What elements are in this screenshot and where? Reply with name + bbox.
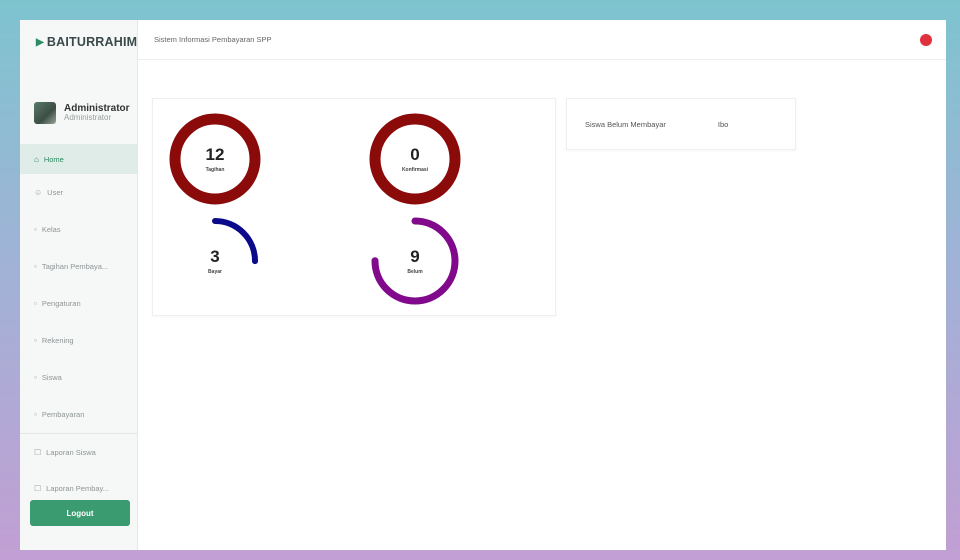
stat-tagihan: 12 Tagihan <box>165 109 265 209</box>
sidebar-item-label: Laporan Pembay... <box>46 484 109 493</box>
stat-value: 12 <box>205 144 225 164</box>
profile-role: Administrator <box>64 113 112 123</box>
sidebar: ▶ BAITURRAHIM Administrator Administrato… <box>20 20 138 550</box>
sidebar-item-laporan-siswa[interactable]: ☐ Laporan Siswa <box>20 433 137 470</box>
sidebar-item-label: Kelas <box>41 225 61 234</box>
stat-label: Bayar <box>208 268 222 275</box>
topbar: Sistem Informasi Pembayaran SPP <box>138 20 946 60</box>
sidebar-item-label: Rekening <box>41 336 74 345</box>
bank-icon: ▫ <box>34 336 37 345</box>
sidebar-item-label: Tagihan Pembaya... <box>41 262 109 271</box>
power-icon[interactable] <box>920 34 932 46</box>
brand-logo[interactable]: ▶ BAITURRAHIM <box>20 20 137 64</box>
sidebar-item-tagihan[interactable]: ▫ Tagihan Pembaya... <box>20 248 137 285</box>
sidebar-item-label: Home <box>43 154 64 164</box>
bill-icon: ▫ <box>34 262 37 271</box>
play-icon: ▶ <box>36 36 44 48</box>
sidebar-item-label: User <box>47 188 64 197</box>
app-window: ▶ BAITURRAHIM Administrator Administrato… <box>20 20 946 550</box>
sidebar-item-user[interactable]: ☺ User <box>20 174 137 211</box>
page-title: Sistem Informasi Pembayaran SPP <box>154 35 272 44</box>
stat-value: 9 <box>410 246 420 266</box>
stat-konfirmasi: 0 Konfirmasi <box>365 109 465 209</box>
class-icon: ▫ <box>34 225 37 234</box>
stat-label: Tagihan <box>205 166 225 173</box>
sidebar-item-rekening[interactable]: ▫ Rekening <box>20 322 137 359</box>
main-content: Sistem Informasi Pembayaran SPP 12 Tagih… <box>138 20 946 550</box>
brand-name: BAITURRAHIM <box>46 35 138 49</box>
stat-belum: 9 Belum <box>365 211 465 311</box>
stat-bayar: 3 Bayar <box>165 211 265 311</box>
stat-value: 0 <box>410 144 420 164</box>
stat-label: Belum <box>407 268 423 275</box>
unpaid-label: Siswa Belum Membayar <box>585 119 666 129</box>
sidebar-item-pembayaran[interactable]: ▫ Pembayaran <box>20 396 137 433</box>
stats-card: 12 Tagihan 0 Konfirmasi 3 Bayar 9 Belum <box>152 98 556 316</box>
sidebar-item-label: Laporan Siswa <box>46 447 96 457</box>
home-icon: ⌂ <box>34 154 39 164</box>
report-icon: ☐ <box>34 447 42 457</box>
sidebar-item-siswa[interactable]: ▫ Siswa <box>20 359 137 396</box>
sidebar-item-label: Siswa <box>41 373 62 382</box>
sidebar-item-pengaturan[interactable]: ▫ Pengaturan <box>20 285 137 322</box>
sidebar-nav: ⌂ Home ☺ User ▫ Kelas ▫ Tagihan Pembaya.… <box>20 144 137 507</box>
settings-icon: ▫ <box>34 299 37 308</box>
report-icon: ☐ <box>34 484 42 493</box>
logout-button[interactable]: Logout <box>30 500 130 526</box>
unpaid-card: Siswa Belum Membayar Ibo <box>566 98 796 150</box>
stat-label: Konfirmasi <box>401 166 429 173</box>
user-profile: Administrator Administrator <box>20 64 137 144</box>
sidebar-item-label: Pengaturan <box>41 299 81 308</box>
user-icon: ☺ <box>34 188 43 197</box>
avatar <box>34 102 56 124</box>
unpaid-value: Ibo <box>717 119 729 129</box>
sidebar-item-home[interactable]: ⌂ Home <box>20 144 137 174</box>
student-icon: ▫ <box>34 373 37 382</box>
stat-value: 3 <box>210 246 220 266</box>
sidebar-item-label: Pembayaran <box>41 410 85 419</box>
payment-icon: ▫ <box>34 410 37 419</box>
sidebar-item-kelas[interactable]: ▫ Kelas <box>20 211 137 248</box>
